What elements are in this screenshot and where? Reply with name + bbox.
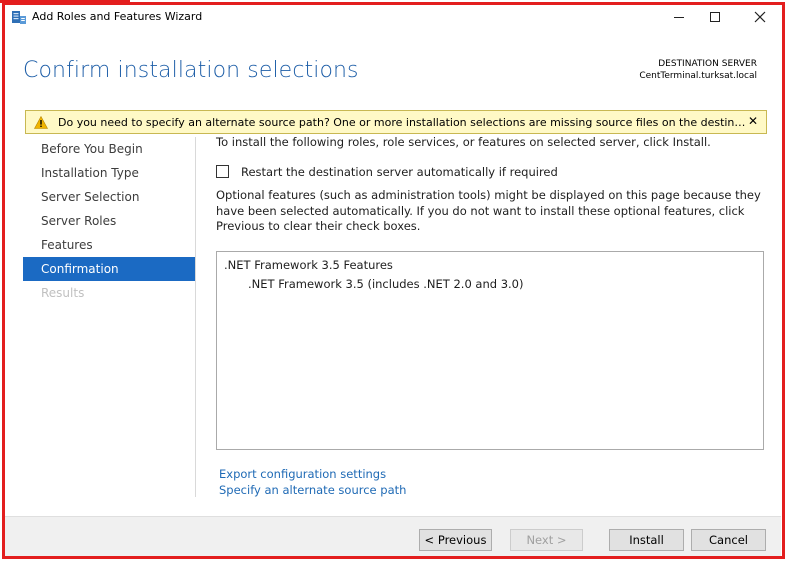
page-title: Confirm installation selections	[23, 58, 359, 83]
optional-features-note: Optional features (such as administratio…	[216, 188, 761, 233]
selected-features-list[interactable]: .NET Framework 3.5 Features .NET Framewo…	[216, 251, 764, 450]
destination-server: DESTINATION SERVER CentTerminal.turksat.…	[639, 58, 757, 82]
cancel-button[interactable]: Cancel	[691, 529, 766, 551]
title-bar[interactable]: Add Roles and Features Wizard	[5, 5, 781, 29]
nav-item-server-roles[interactable]: Server Roles	[23, 209, 195, 233]
nav-item-features[interactable]: Features	[23, 233, 195, 257]
server-manager-icon	[12, 11, 26, 24]
maximize-button[interactable]	[697, 5, 733, 29]
previous-button[interactable]: < Previous	[419, 529, 492, 551]
maximize-icon	[710, 12, 720, 22]
nav-item-installation-type[interactable]: Installation Type	[23, 161, 195, 185]
nav-item-before-you-begin[interactable]: Before You Begin	[23, 137, 195, 161]
nav-divider	[195, 137, 196, 497]
destination-label: DESTINATION SERVER	[658, 59, 757, 69]
wizard-nav: Before You Begin Installation Type Serve…	[23, 137, 195, 305]
warning-banner: Do you need to specify an alternate sour…	[25, 110, 767, 134]
nav-item-confirmation[interactable]: Confirmation	[23, 257, 195, 281]
warning-close-icon[interactable]: ✕	[748, 114, 758, 128]
intro-text: To install the following roles, role ser…	[216, 135, 711, 149]
alternate-source-path-link[interactable]: Specify an alternate source path	[219, 483, 406, 497]
list-item: .NET Framework 3.5 Features	[224, 258, 393, 272]
button-bar: < Previous Next > Install Cancel	[5, 516, 781, 559]
wizard-window: Add Roles and Features Wizard Confirm in…	[0, 0, 786, 561]
warning-text: Do you need to specify an alternate sour…	[58, 116, 748, 129]
warning-icon	[34, 116, 48, 129]
restart-checkbox[interactable]	[216, 165, 229, 178]
restart-label[interactable]: Restart the destination server automatic…	[241, 165, 558, 179]
minimize-button[interactable]	[661, 5, 697, 29]
window-title: Add Roles and Features Wizard	[32, 10, 203, 23]
close-icon	[754, 11, 766, 23]
nav-item-results: Results	[41, 286, 85, 300]
close-button[interactable]	[742, 5, 778, 29]
next-button: Next >	[510, 529, 583, 551]
minimize-icon	[674, 16, 684, 18]
annotation-tab	[0, 0, 130, 3]
list-item: .NET Framework 3.5 (includes .NET 2.0 an…	[248, 277, 524, 291]
destination-server-name: CentTerminal.turksat.local	[639, 71, 757, 81]
install-button[interactable]: Install	[609, 529, 684, 551]
nav-item-server-selection[interactable]: Server Selection	[23, 185, 195, 209]
export-configuration-link[interactable]: Export configuration settings	[219, 467, 386, 481]
